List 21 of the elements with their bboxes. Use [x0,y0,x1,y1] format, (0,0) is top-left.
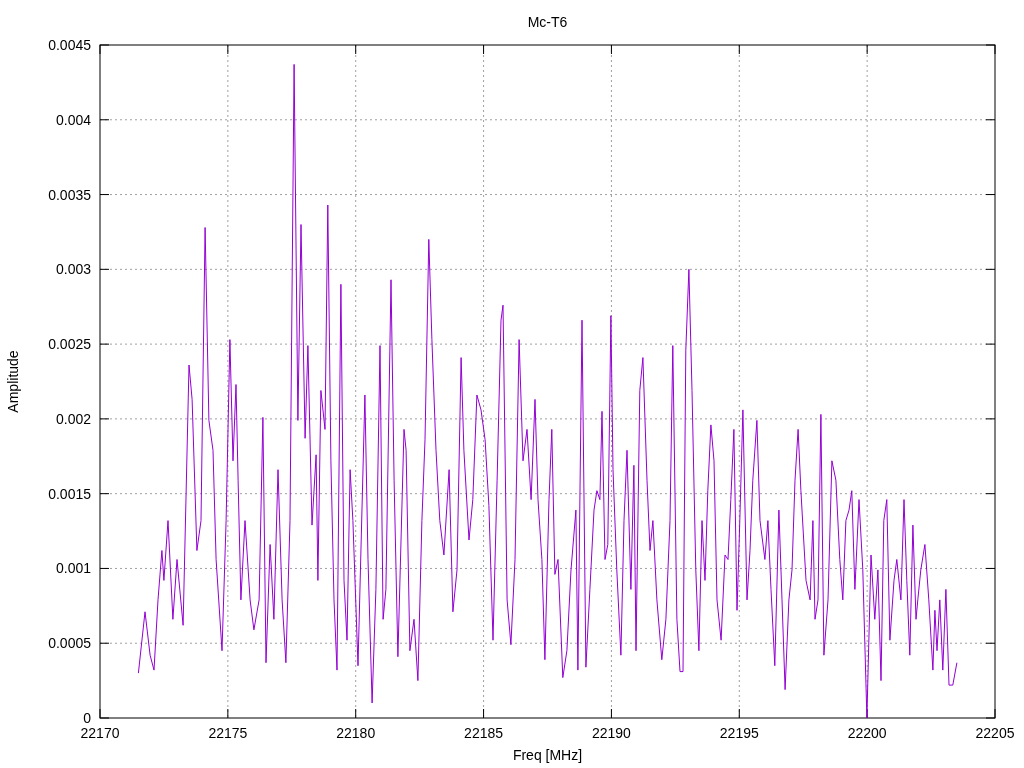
chart-title: Mc-T6 [527,14,568,30]
x-tick-label: 22180 [336,725,376,741]
y-tick-label: 0.001 [55,560,91,577]
y-tick-label: 0.0035 [48,186,91,203]
x-tick-label: 22175 [208,725,248,741]
y-tick-label: 0.004 [55,111,91,128]
y-axis-label: Amplitude [5,350,21,413]
y-tick-label: 0.002 [55,410,91,427]
y-tick-label: 0.0025 [48,336,91,353]
x-tick-label: 22185 [464,725,504,741]
y-tick-label: 0.003 [55,261,91,278]
x-tick-label: 22190 [591,725,631,741]
y-tick-label: 0 [83,710,91,726]
x-tick-label: 22205 [975,725,1015,741]
y-tick-label: 0.0045 [48,37,91,53]
x-tick-label: 22170 [80,725,120,741]
x-axis-label: Freq [MHz] [512,747,583,763]
y-tick-label: 0.0015 [48,485,91,502]
x-tick-label: 22195 [719,725,759,741]
y-tick-label: 0.0005 [48,635,91,652]
x-tick-label: 22200 [847,725,887,741]
